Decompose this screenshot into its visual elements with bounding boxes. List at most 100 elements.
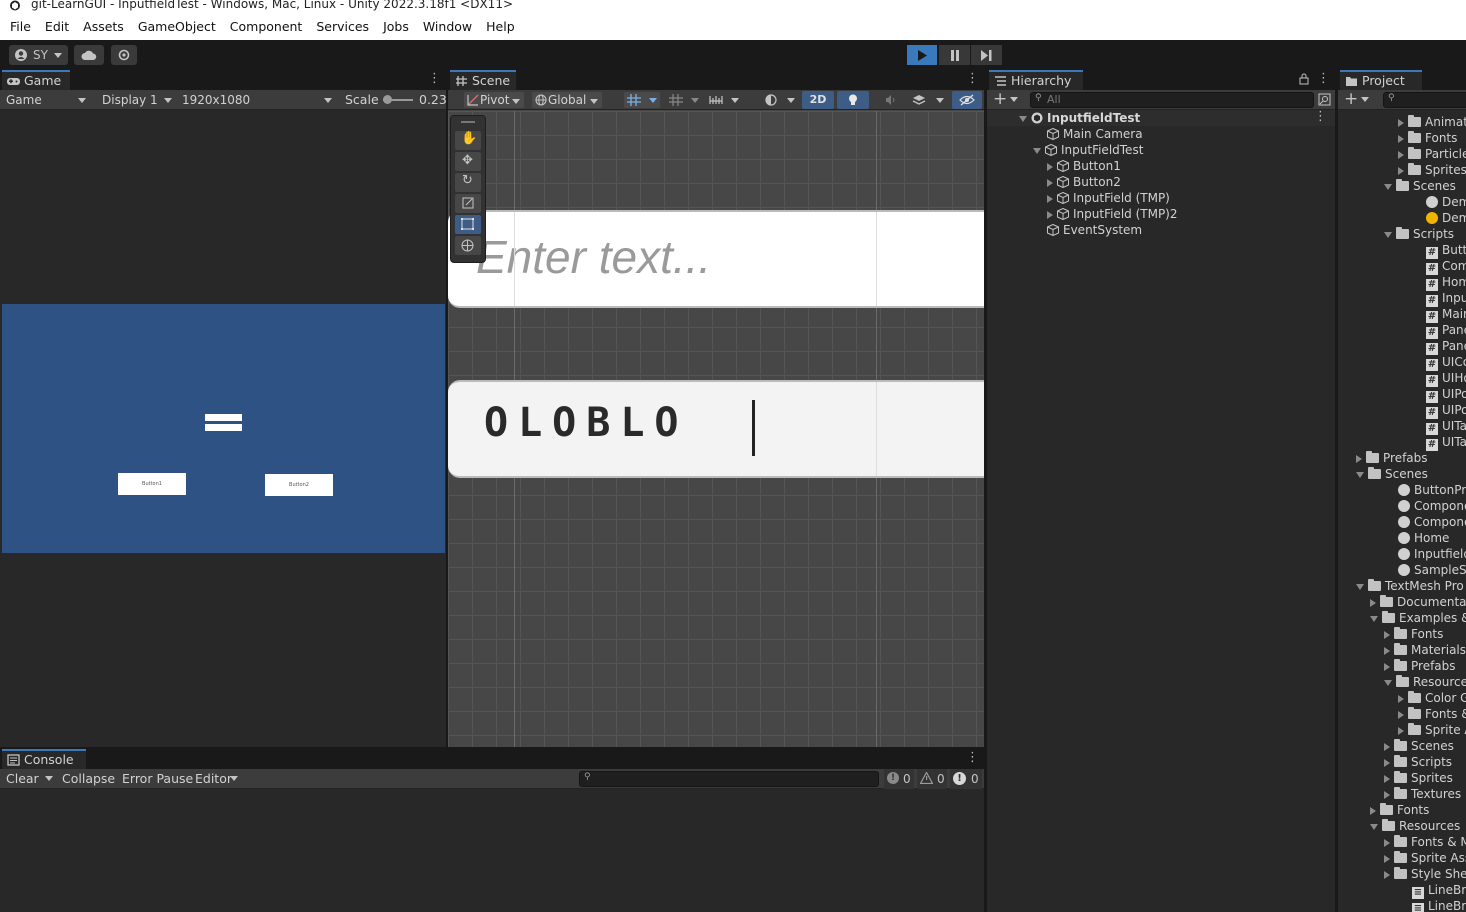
- game-input-field-1[interactable]: [205, 414, 242, 421]
- project-item[interactable]: Textures: [1384, 786, 1461, 802]
- project-item[interactable]: Resources: [1370, 818, 1460, 834]
- hierarchy-search-input[interactable]: ⚲ All: [1030, 92, 1314, 108]
- play-button[interactable]: [907, 45, 937, 65]
- project-item[interactable]: DemoS: [1426, 194, 1466, 210]
- project-item[interactable]: DemoS: [1426, 210, 1466, 226]
- project-item[interactable]: Resource: [1384, 674, 1466, 690]
- menu-edit[interactable]: Edit: [38, 13, 76, 40]
- menu-file[interactable]: File: [3, 13, 38, 40]
- project-item[interactable]: ≡LineBreak: [1412, 882, 1466, 899]
- collab-button[interactable]: [111, 45, 137, 65]
- project-item[interactable]: Scripts: [1384, 754, 1452, 770]
- expand-arrow-icon[interactable]: [1019, 115, 1027, 122]
- hierarchy-item-eventsystem[interactable]: EventSystem: [1047, 222, 1142, 238]
- scene-input-field-placeholder[interactable]: Enter text...: [448, 210, 984, 308]
- project-item[interactable]: Prefabs: [1384, 658, 1456, 674]
- console-collapse-button[interactable]: Collapse: [62, 770, 115, 788]
- expand-arrow-icon[interactable]: [1384, 790, 1390, 799]
- expand-arrow-icon[interactable]: [1370, 615, 1378, 622]
- display-dropdown[interactable]: Display 1: [98, 91, 176, 109]
- console-editor-dropdown[interactable]: Editor: [195, 770, 232, 788]
- project-item[interactable]: # UITabM: [1426, 434, 1466, 451]
- add-icon[interactable]: +: [993, 89, 1007, 109]
- console-search-input[interactable]: ⚲: [579, 771, 879, 787]
- project-item[interactable]: Animat: [1398, 114, 1466, 130]
- move-tool-button[interactable]: ✥: [455, 152, 481, 171]
- project-item[interactable]: Fonts: [1398, 130, 1457, 146]
- hierarchy-item-inputfield-tmp2[interactable]: InputField (TMP)2: [1047, 206, 1178, 222]
- scale-slider-handle[interactable]: [383, 95, 392, 104]
- game-button1[interactable]: Button1: [118, 473, 186, 495]
- project-item[interactable]: Scripts: [1384, 226, 1454, 242]
- rect-tool-button[interactable]: [455, 215, 481, 234]
- account-button[interactable]: SY: [9, 45, 68, 65]
- expand-arrow-icon[interactable]: [1384, 646, 1390, 655]
- expand-arrow-icon[interactable]: [1356, 583, 1364, 590]
- expand-arrow-icon[interactable]: [1384, 854, 1390, 863]
- tab-project[interactable]: Project: [1340, 70, 1422, 90]
- project-item[interactable]: Home: [1398, 530, 1449, 546]
- menu-gameobject[interactable]: GameObject: [131, 13, 223, 40]
- expand-arrow-icon[interactable]: [1384, 870, 1390, 879]
- step-button[interactable]: [971, 45, 1002, 65]
- lock-icon[interactable]: [1299, 73, 1309, 85]
- hierarchy-item-button1[interactable]: Button1: [1047, 158, 1121, 174]
- console-error-toggle[interactable]: ! 0: [950, 769, 982, 789]
- grid-snap-button[interactable]: [624, 92, 660, 108]
- game-panel-menu-icon[interactable]: ⋮: [428, 72, 441, 88]
- project-item[interactable]: Sprites: [1398, 162, 1466, 178]
- menu-help[interactable]: Help: [479, 13, 522, 40]
- project-search-input[interactable]: ⚲: [1383, 92, 1466, 108]
- expand-arrow-icon[interactable]: [1384, 183, 1392, 190]
- expand-arrow-icon[interactable]: [1384, 838, 1390, 847]
- expand-arrow-icon[interactable]: [1398, 118, 1404, 127]
- shading-mode-button[interactable]: [762, 92, 798, 108]
- expand-arrow-icon[interactable]: [1384, 231, 1392, 238]
- project-item[interactable]: #UIPopu: [1426, 402, 1466, 419]
- expand-arrow-icon[interactable]: [1033, 147, 1041, 154]
- project-item[interactable]: Scenes: [1384, 178, 1456, 194]
- project-item[interactable]: #UIPopu: [1426, 386, 1466, 403]
- scene-lighting-button[interactable]: [837, 91, 869, 109]
- hierarchy-item-inputfieldtest[interactable]: InputFieldTest: [1033, 142, 1143, 158]
- expand-arrow-icon[interactable]: [1398, 694, 1404, 703]
- scene-audio-button[interactable]: [878, 92, 904, 108]
- hand-tool-button[interactable]: ✋: [455, 131, 481, 150]
- scene-input-field-filled[interactable]: OLOBLO: [448, 380, 984, 478]
- project-item[interactable]: SampleScer: [1398, 562, 1466, 578]
- project-item[interactable]: #PanelC: [1426, 322, 1466, 339]
- project-item[interactable]: #UICom: [1426, 354, 1466, 371]
- project-item[interactable]: #PanelF: [1426, 338, 1466, 355]
- ruler-button[interactable]: [706, 92, 742, 108]
- chevron-down-icon[interactable]: [45, 776, 53, 781]
- project-item[interactable]: Components: [1398, 514, 1466, 530]
- tab-game[interactable]: Game: [2, 70, 70, 90]
- project-item[interactable]: #HomeM: [1426, 274, 1466, 291]
- resolution-dropdown[interactable]: 1920x1080: [178, 91, 336, 109]
- project-item[interactable]: Components: [1398, 498, 1466, 514]
- menu-services[interactable]: Services: [309, 13, 376, 40]
- project-item[interactable]: Particle: [1398, 146, 1466, 162]
- add-icon[interactable]: +: [1344, 89, 1358, 109]
- scene-search-icon[interactable]: [1318, 93, 1331, 106]
- tab-scene[interactable]: Scene: [450, 70, 516, 90]
- project-item[interactable]: TextMesh Pro: [1356, 578, 1464, 594]
- project-item[interactable]: #Compo: [1426, 258, 1466, 275]
- scene-effects-button[interactable]: [908, 92, 946, 108]
- project-item[interactable]: Sprite A: [1398, 722, 1466, 738]
- pause-button[interactable]: [939, 45, 970, 65]
- menu-jobs[interactable]: Jobs: [376, 13, 416, 40]
- expand-arrow-icon[interactable]: [1047, 194, 1053, 203]
- expand-arrow-icon[interactable]: [1398, 134, 1404, 143]
- project-item[interactable]: ≡LineBreak: [1412, 898, 1466, 912]
- expand-arrow-icon[interactable]: [1384, 758, 1390, 767]
- expand-arrow-icon[interactable]: [1047, 162, 1053, 171]
- hierarchy-item-main-camera[interactable]: Main Camera: [1047, 126, 1143, 142]
- global-dropdown[interactable]: Global: [532, 92, 602, 108]
- project-item[interactable]: Scenes: [1384, 738, 1454, 754]
- project-item[interactable]: Scenes: [1356, 466, 1428, 482]
- project-item[interactable]: #ButtonI: [1426, 242, 1466, 259]
- menu-component[interactable]: Component: [223, 13, 310, 40]
- pivot-dropdown[interactable]: Pivot: [464, 92, 524, 108]
- increment-snap-button[interactable]: [666, 92, 702, 108]
